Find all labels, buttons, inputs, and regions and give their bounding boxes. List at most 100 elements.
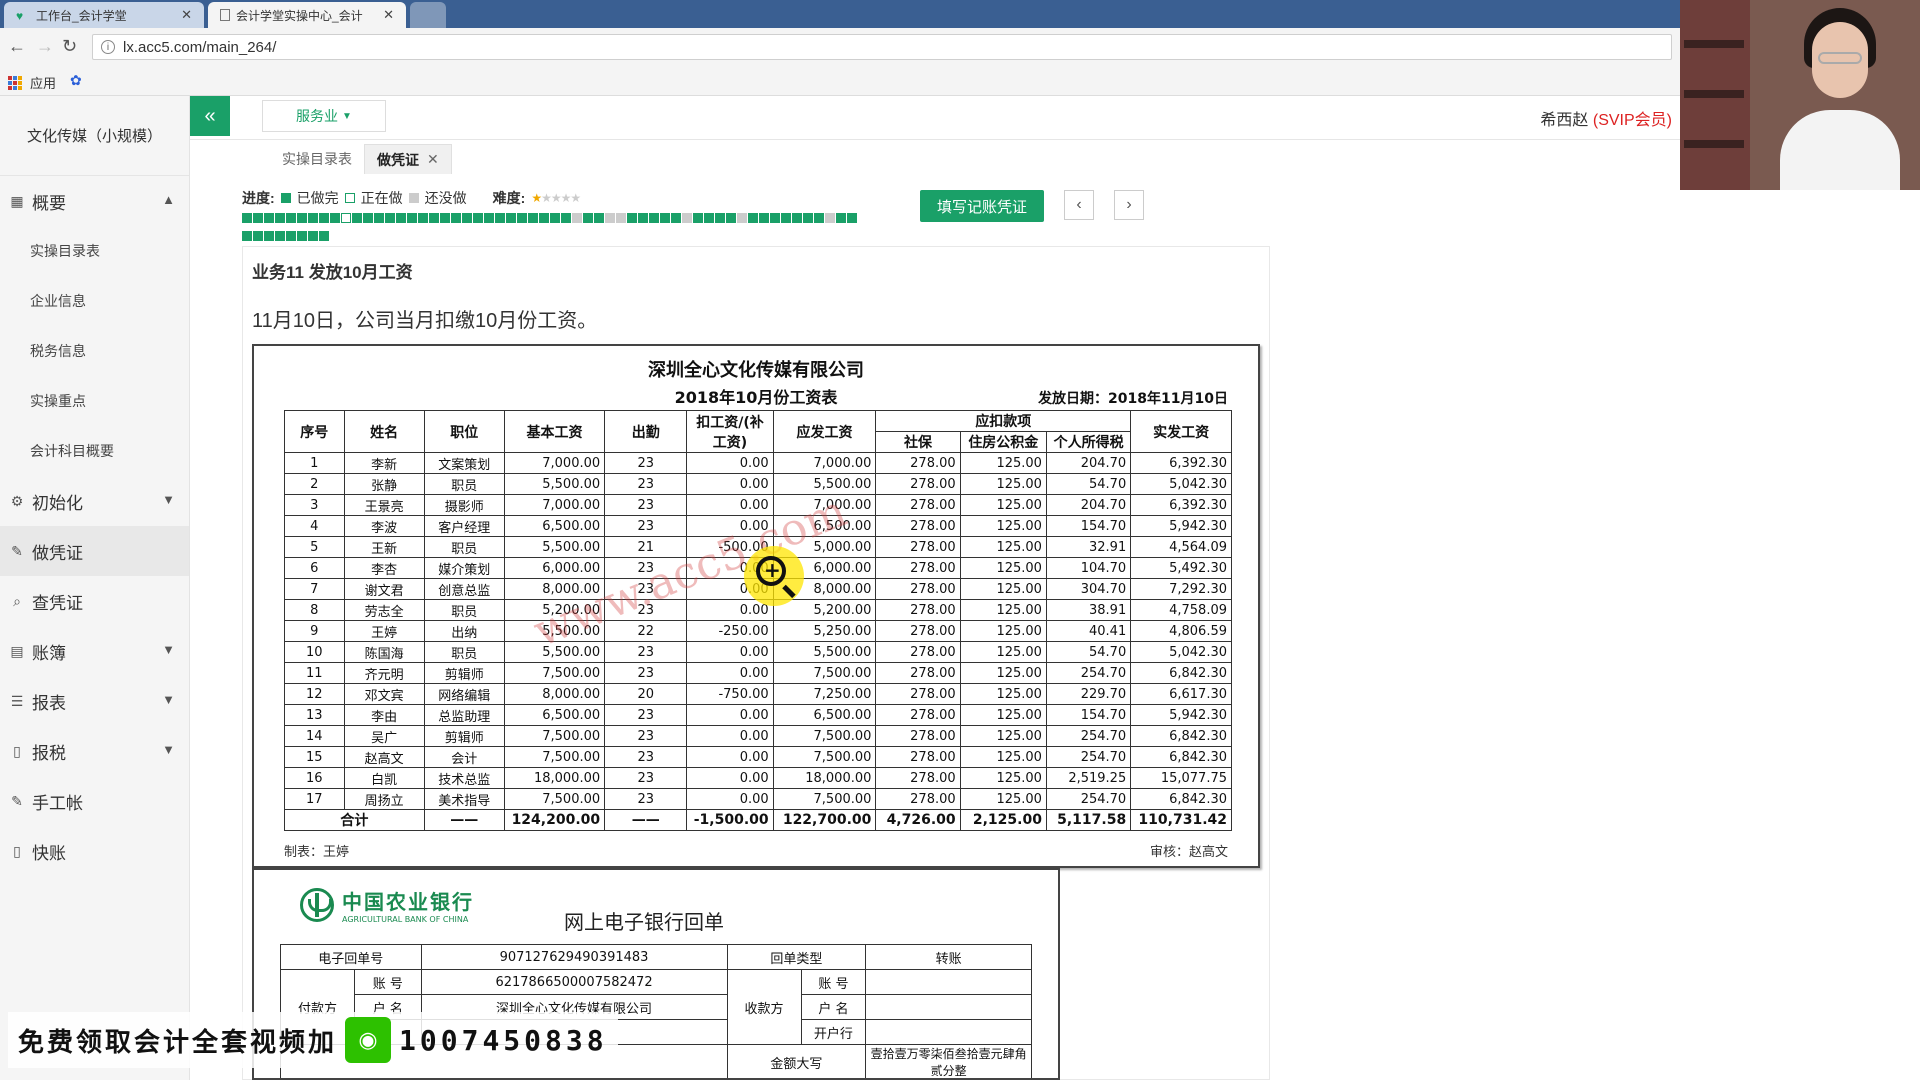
progress-square[interactable] <box>275 213 285 223</box>
progress-square[interactable] <box>374 213 384 223</box>
sidebar-subitem-tax-info[interactable]: 税务信息 <box>0 326 189 376</box>
sidebar-item-manual[interactable]: ✎ 手工帐 <box>0 776 189 826</box>
progress-square[interactable] <box>660 213 670 223</box>
progress-square[interactable] <box>363 213 373 223</box>
progress-square[interactable] <box>286 231 296 241</box>
progress-square[interactable] <box>385 213 395 223</box>
next-button[interactable]: › <box>1114 190 1144 220</box>
progress-square[interactable] <box>352 213 362 223</box>
progress-square[interactable] <box>308 231 318 241</box>
sidebar-item-tax[interactable]: ▯ 报税 ▼ <box>0 726 189 776</box>
progress-square[interactable] <box>770 213 780 223</box>
progress-square[interactable] <box>440 213 450 223</box>
progress-square[interactable] <box>616 213 626 223</box>
sidebar-item-check-voucher[interactable]: ⌕ 查凭证 <box>0 576 189 626</box>
sidebar-item-ledger[interactable]: ▤ 账簿 ▼ <box>0 626 189 676</box>
progress-square[interactable] <box>396 213 406 223</box>
progress-square[interactable] <box>407 213 417 223</box>
progress-square[interactable] <box>693 213 703 223</box>
progress-square[interactable] <box>264 213 274 223</box>
payroll-document[interactable]: 深圳全心文化传媒有限公司 2018年10月份工资表 发放日期：2018年11月1… <box>252 344 1260 868</box>
progress-square[interactable] <box>506 213 516 223</box>
progress-square[interactable] <box>539 213 549 223</box>
progress-square[interactable] <box>583 213 593 223</box>
sidebar-subitem-key-points[interactable]: 实操重点 <box>0 376 189 426</box>
progress-square[interactable] <box>561 213 571 223</box>
progress-square[interactable] <box>242 213 252 223</box>
progress-square[interactable] <box>517 213 527 223</box>
progress-square[interactable] <box>671 213 681 223</box>
tab-catalog[interactable]: 实操目录表 <box>270 144 364 174</box>
progress-square[interactable] <box>715 213 725 223</box>
sidebar-item-overview[interactable]: ▦ 概要 ▲ <box>0 176 189 226</box>
progress-square[interactable] <box>264 231 274 241</box>
progress-square[interactable] <box>550 213 560 223</box>
forward-arrow-icon[interactable]: → <box>36 36 54 57</box>
progress-square[interactable] <box>253 213 263 223</box>
baidu-paw-icon[interactable]: ✿ <box>70 72 82 89</box>
progress-square[interactable] <box>429 213 439 223</box>
progress-square[interactable] <box>341 213 351 223</box>
progress-square[interactable] <box>627 213 637 223</box>
progress-square[interactable] <box>825 213 835 223</box>
progress-square[interactable] <box>847 213 857 223</box>
progress-square[interactable] <box>286 213 296 223</box>
collapse-sidebar-button[interactable]: « <box>190 96 230 136</box>
fill-voucher-button[interactable]: 填写记账凭证 <box>920 190 1044 222</box>
sidebar-subitem-catalog[interactable]: 实操目录表 <box>0 226 189 276</box>
progress-square[interactable] <box>737 213 747 223</box>
back-arrow-icon[interactable]: ← <box>8 36 26 57</box>
progress-square[interactable] <box>330 213 340 223</box>
progress-square[interactable] <box>418 213 428 223</box>
tab-make-voucher[interactable]: 做凭证 ✕ <box>364 144 452 174</box>
progress-square[interactable] <box>275 231 285 241</box>
progress-square[interactable] <box>836 213 846 223</box>
progress-square[interactable] <box>748 213 758 223</box>
industry-dropdown[interactable]: 服务业 ▼ <box>262 100 386 132</box>
sidebar-item-reports[interactable]: ☰ 报表 ▼ <box>0 676 189 726</box>
progress-square[interactable] <box>594 213 604 223</box>
progress-square[interactable] <box>803 213 813 223</box>
progress-square[interactable] <box>242 231 252 241</box>
progress-square[interactable] <box>319 231 329 241</box>
progress-square[interactable] <box>792 213 802 223</box>
progress-square[interactable] <box>814 213 824 223</box>
progress-square[interactable] <box>462 213 472 223</box>
browser-tab-workbench[interactable]: ♥ 工作台_会计学堂 ✕ <box>4 2 204 28</box>
progress-square[interactable] <box>319 213 329 223</box>
browser-tab-practice[interactable]: 会计学堂实操中心_会计 ✕ <box>208 2 406 28</box>
progress-square[interactable] <box>704 213 714 223</box>
new-tab-button[interactable] <box>410 2 446 28</box>
apps-bookmark[interactable]: 应用 <box>8 73 56 92</box>
progress-square[interactable] <box>484 213 494 223</box>
user-info[interactable]: 希西赵 (SVIP会员) <box>1540 106 1672 130</box>
progress-square[interactable] <box>605 213 615 223</box>
progress-square[interactable] <box>253 231 263 241</box>
sidebar-item-quick[interactable]: ▯ 快账 <box>0 826 189 876</box>
reload-icon[interactable]: ↻ <box>62 36 77 57</box>
progress-square[interactable] <box>473 213 483 223</box>
progress-square[interactable] <box>297 231 307 241</box>
progress-square[interactable] <box>297 213 307 223</box>
progress-square[interactable] <box>451 213 461 223</box>
progress-square[interactable] <box>528 213 538 223</box>
close-icon[interactable]: ✕ <box>427 151 439 168</box>
close-tab-icon[interactable]: ✕ <box>383 7 394 23</box>
sidebar-subitem-accounts[interactable]: 会计科目概要 <box>0 426 189 476</box>
info-icon[interactable]: i <box>101 40 115 54</box>
progress-square[interactable] <box>572 213 582 223</box>
progress-square[interactable] <box>726 213 736 223</box>
progress-square[interactable] <box>682 213 692 223</box>
progress-square[interactable] <box>781 213 791 223</box>
sidebar-item-init[interactable]: ⚙ 初始化 ▼ <box>0 476 189 526</box>
url-input[interactable]: i lx.acc5.com/main_264/ <box>92 34 1672 60</box>
prev-button[interactable]: ‹ <box>1064 190 1094 220</box>
sidebar-item-make-voucher[interactable]: ✎ 做凭证 <box>0 526 189 576</box>
progress-square[interactable] <box>759 213 769 223</box>
sidebar-subitem-company-info[interactable]: 企业信息 <box>0 276 189 326</box>
progress-square[interactable] <box>638 213 648 223</box>
progress-square[interactable] <box>308 213 318 223</box>
progress-square[interactable] <box>649 213 659 223</box>
close-tab-icon[interactable]: ✕ <box>181 7 192 23</box>
progress-square[interactable] <box>495 213 505 223</box>
